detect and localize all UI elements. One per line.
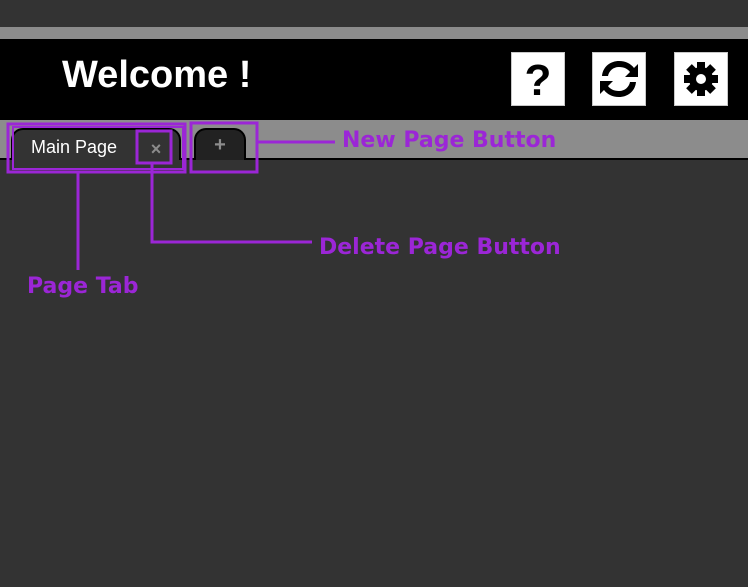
help-button[interactable]: ?	[511, 52, 565, 106]
page-tab-main[interactable]: Main Page ×	[11, 128, 181, 160]
svg-text:?: ?	[525, 57, 552, 101]
delete-page-button-annotation: Delete Page Button	[319, 235, 561, 260]
new-page-button-annotation: New Page Button	[342, 128, 557, 153]
settings-button[interactable]	[674, 52, 728, 106]
page-tab-annotation: Page Tab	[27, 274, 139, 299]
delete-page-button[interactable]: ×	[145, 138, 167, 160]
top-strip	[0, 27, 748, 39]
page-tab-label: Main Page	[31, 137, 118, 157]
question-icon: ?	[525, 57, 552, 101]
delete-page-pointer-line	[150, 163, 312, 244]
refresh-button[interactable]	[592, 52, 646, 106]
new-page-button[interactable]: +	[194, 128, 246, 160]
refresh-icon	[600, 61, 638, 97]
app-window: Welcome ! ? Main Page × + New Page Butto…	[0, 0, 748, 587]
gear-icon	[684, 62, 718, 96]
header-bar: Welcome ! ?	[0, 39, 748, 120]
plus-icon: +	[214, 134, 226, 156]
page-title: Welcome !	[62, 54, 252, 96]
